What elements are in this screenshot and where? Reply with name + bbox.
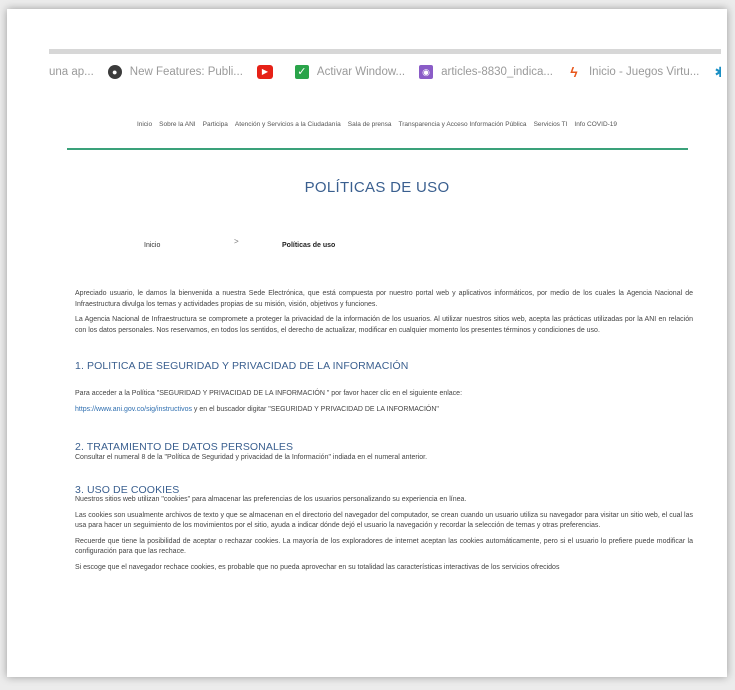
bookmark-una-ap[interactable]: una ap... <box>49 66 94 78</box>
bookmark-label: Inicio - Juegos Virtu... <box>588 66 700 78</box>
bookmark-label: New Features: Publi... <box>129 66 243 78</box>
section-heading-cookies: 3. USO DE COOKIES <box>75 483 180 496</box>
nav-item-inicio[interactable]: Inicio <box>137 121 152 128</box>
bookmark-activar-windows[interactable]: ✓ Activar Window... <box>294 65 406 79</box>
bookmark-overflow[interactable]: ✱ ¿C <box>713 65 721 79</box>
policy-content: Apreciado usuario, le damos la bienvenid… <box>75 289 693 573</box>
flame-icon: ϟ <box>570 64 578 80</box>
site-navigation: Inicio Sobre la ANI Participa Atención y… <box>67 121 687 128</box>
breadcrumb-current: Políticas de uso <box>282 242 336 249</box>
sparkle-icon: ✱ <box>714 64 721 80</box>
screenshot-page: una ap... ● New Features: Publi... ▶ ✓ A… <box>7 9 727 677</box>
nav-item-transparencia[interactable]: Transparencia y Acceso Información Públi… <box>399 121 527 128</box>
section-heading-security: 1. POLITICA DE SEGURIDAD Y PRIVACIDAD DE… <box>75 360 409 372</box>
bookmark-label: Activar Window... <box>316 66 406 78</box>
bookmark-youtube[interactable]: ▶ <box>256 65 281 79</box>
bookmark-juegos[interactable]: ϟ Inicio - Juegos Virtu... <box>567 65 699 79</box>
youtube-icon: ▶ <box>256 65 273 79</box>
browser-toolbar-strip <box>49 49 721 54</box>
purple-app-icon: ◉ <box>419 65 434 79</box>
intro-paragraph: Apreciado usuario, le damos la bienvenid… <box>75 290 693 308</box>
nav-divider <box>67 148 688 150</box>
cookies-paragraph-3: Recuerde que tiene la posibilidad de ace… <box>75 537 693 556</box>
nav-item-participa[interactable]: Participa <box>203 121 228 128</box>
intro-paragraph-2: La Agencia Nacional de Infraestructura s… <box>75 316 693 334</box>
cookies-paragraph-1: Nuestros sitios web utilizan "cookies" p… <box>75 496 467 503</box>
security-text: Para acceder a la Política "SEGURIDAD Y … <box>75 389 463 397</box>
bookmark-label: articles-8830_indica... <box>441 66 553 78</box>
security-link-suffix: y en el buscador digitar "SEGURIDAD Y PR… <box>191 406 439 413</box>
globe-icon: ● <box>107 65 122 79</box>
personal-data-text: Consultar el numeral 8 de la "Política d… <box>75 454 428 461</box>
page-title: POLÍTICAS DE USO <box>304 179 450 196</box>
nav-item-sala-de-prensa[interactable]: Sala de prensa <box>348 121 392 128</box>
nav-item-servicios-ti[interactable]: Servicios TI <box>534 121 568 128</box>
bookmark-new-features[interactable]: ● New Features: Publi... <box>107 65 243 79</box>
check-icon: ✓ <box>294 65 309 79</box>
security-link-line: https://www.ani.gov.co/sig/instructivos … <box>75 405 693 416</box>
breadcrumb-home-link[interactable]: Inicio <box>144 242 160 249</box>
bookmark-label: una ap... <box>49 66 94 78</box>
nav-item-sobre-la-ani[interactable]: Sobre la ANI <box>159 121 196 128</box>
cookies-paragraph-4: Si escoge que el navegador rechace cooki… <box>75 563 560 571</box>
bookmark-articles[interactable]: ◉ articles-8830_indica... <box>419 65 553 79</box>
breadcrumb-separator: > <box>234 237 239 246</box>
nav-item-info-covid[interactable]: Info COVID-19 <box>574 121 617 128</box>
section-heading-personal-data: 2. TRATAMIENTO DE DATOS PERSONALES <box>75 440 294 453</box>
cookies-paragraph-2: Las cookies son usualmente archivos de t… <box>75 511 693 530</box>
bookmarks-bar: una ap... ● New Features: Publi... ▶ ✓ A… <box>49 57 721 87</box>
instructivos-link[interactable]: https://www.ani.gov.co/sig/instructivos <box>75 406 192 413</box>
nav-item-atencion[interactable]: Atención y Servicios a la Ciudadanía <box>235 121 341 128</box>
